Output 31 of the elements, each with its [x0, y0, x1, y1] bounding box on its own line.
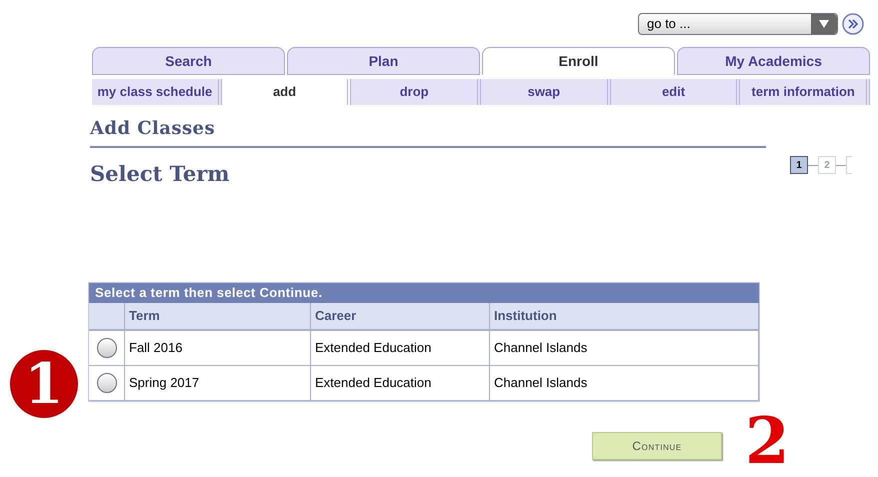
- radio-button[interactable]: [96, 372, 116, 392]
- subtab[interactable]: drop: [351, 79, 482, 105]
- callout-number: 1: [10, 350, 78, 418]
- step-indicator: 2: [818, 156, 836, 174]
- table-cell: Channel Islands: [490, 366, 759, 400]
- tab[interactable]: Search: [92, 47, 285, 75]
- goto-dropdown[interactable]: go to ...: [638, 12, 838, 34]
- callout-number: 2: [745, 410, 790, 474]
- table-cell: Channel Islands: [490, 330, 759, 364]
- column-header: Institution: [490, 302, 759, 328]
- subtab[interactable]: add: [222, 79, 352, 105]
- subtab[interactable]: swap: [481, 79, 611, 105]
- subtab[interactable]: term information: [740, 79, 870, 105]
- column-header: Career: [311, 302, 490, 328]
- section-title: Select Term: [90, 160, 231, 188]
- step-indicator: 1: [790, 156, 808, 174]
- tab[interactable]: Plan: [287, 47, 480, 75]
- column-header: Term: [125, 302, 311, 328]
- table-cell: Fall 2016: [125, 330, 311, 364]
- radio-button[interactable]: [96, 338, 116, 358]
- subtab[interactable]: edit: [610, 79, 740, 105]
- table-cell: Extended Education: [311, 330, 490, 364]
- table-caption: Select a term then select Continue.: [89, 282, 759, 302]
- tab[interactable]: Enroll: [482, 47, 675, 75]
- table-cell: Extended Education: [311, 366, 490, 400]
- table-cell: Spring 2017: [125, 366, 311, 400]
- continue-button[interactable]: Continue: [592, 432, 722, 460]
- tab[interactable]: My Academics: [677, 47, 870, 75]
- page-title: Add Classes: [90, 117, 216, 141]
- caret-icon: [811, 14, 837, 34]
- double-chevron-icon[interactable]: [842, 12, 864, 34]
